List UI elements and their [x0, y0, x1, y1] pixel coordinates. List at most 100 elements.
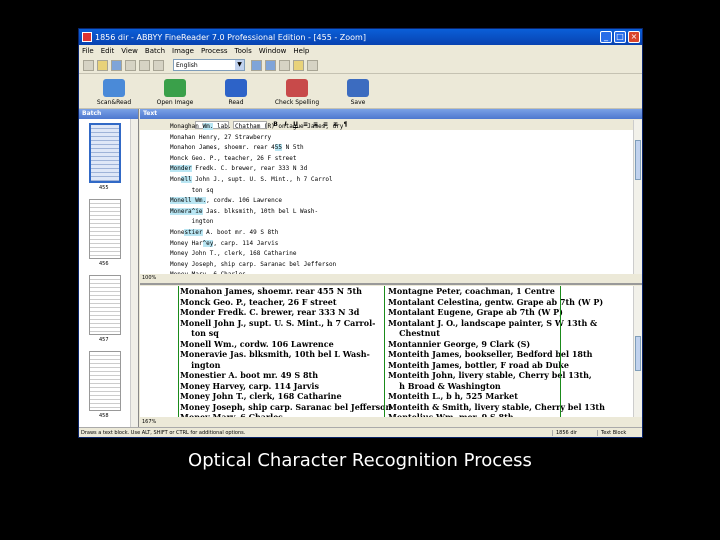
- save-button[interactable]: Save: [329, 79, 387, 108]
- text-fragment: Money Joseph, ship carp. Saranac bel Jef…: [170, 260, 337, 268]
- page-thumbnail[interactable]: [89, 123, 121, 183]
- text-line[interactable]: Monestier A. boot mr. 49 S 8th: [170, 228, 343, 240]
- menu-item-file[interactable]: File: [82, 47, 94, 55]
- block-boundary[interactable]: [178, 286, 179, 417]
- text-line[interactable]: Monell John J., supt. U. S. Mint., h 7 C…: [170, 175, 343, 187]
- text-line[interactable]: Monera^ie Jas. blksmith, 10th bel L Wash…: [170, 207, 343, 219]
- picture-block-icon[interactable]: [293, 59, 304, 71]
- maximize-button[interactable]: □: [614, 31, 626, 43]
- redo-icon[interactable]: [153, 59, 164, 71]
- text-line[interactable]: Money John T., clerk, 168 Catharine: [170, 250, 343, 261]
- open-icon[interactable]: [97, 59, 108, 71]
- text-fragment: ton sq: [170, 186, 214, 194]
- text-line[interactable]: Monahon James, shoemr. rear 455 N 5th: [170, 144, 343, 155]
- close-button[interactable]: ×: [628, 31, 640, 43]
- menu-item-image[interactable]: Image: [172, 47, 194, 55]
- zoom-icon[interactable]: [265, 59, 276, 71]
- text-line[interactable]: Monahan Henry, 27 Strawberry: [170, 134, 343, 145]
- menu-item-process[interactable]: Process: [201, 47, 228, 55]
- text-line[interactable]: Money Joseph, ship carp. Saranac bel Jef…: [170, 261, 343, 272]
- recognized-text[interactable]: Monaghan Wm. lab. Chatham (R) ontague Ja…: [170, 123, 343, 283]
- status-document: 1856 dir: [552, 429, 597, 436]
- scanned-line: Money John T., clerk, 168 Catharine: [180, 391, 342, 401]
- menu-item-help[interactable]: Help: [293, 47, 309, 55]
- save-icon: [347, 79, 369, 97]
- menu-item-window[interactable]: Window: [259, 47, 287, 55]
- save-icon[interactable]: [111, 59, 122, 71]
- page-thumbnail[interactable]: [89, 199, 121, 259]
- scroll-thumb[interactable]: [635, 140, 641, 180]
- menu-item-view[interactable]: View: [121, 47, 138, 55]
- menu-item-tools[interactable]: Tools: [235, 47, 252, 55]
- button-label: Scan&Read: [96, 99, 132, 106]
- scanned-line: Monell Wm., cordw. 106 Lawrence: [180, 338, 334, 349]
- undo-icon[interactable]: [139, 59, 150, 71]
- uncertain-word: ell: [180, 175, 192, 183]
- zoom-level[interactable]: 167%: [140, 417, 642, 427]
- button-label: Save: [350, 99, 366, 106]
- text-line[interactable]: Monell Wm., cordw. 106 Lawrence: [170, 197, 343, 208]
- scanned-line: Monteith James, bookseller, Bedford bel …: [388, 349, 593, 359]
- uncertain-word: Monell Wm.: [170, 197, 207, 205]
- menu-item-batch[interactable]: Batch: [145, 47, 165, 55]
- text-fragment: Money John T., clerk, 168 Catharine: [170, 250, 297, 258]
- text-block-icon[interactable]: [279, 59, 290, 71]
- scroll-thumb[interactable]: [635, 336, 641, 371]
- text-line[interactable]: ington: [170, 218, 343, 229]
- scanned-line: Monell John J., supt. U. S. Mint., h 7 C…: [180, 317, 376, 328]
- menu-item-edit[interactable]: Edit: [101, 47, 115, 55]
- slide-caption: Optical Character Recognition Process: [188, 450, 532, 471]
- block-boundary[interactable]: [560, 286, 561, 417]
- language-select[interactable]: English ▼: [173, 59, 245, 71]
- window-title: 1856 dir - ABBYY FineReader 7.0 Professi…: [95, 32, 366, 42]
- scanned-line: Montalant Eugene, Grape ab 7th (W P): [388, 307, 563, 317]
- title-bar[interactable]: 1856 dir - ABBYY FineReader 7.0 Professi…: [79, 29, 642, 45]
- scan-read-button[interactable]: Scan&Read: [85, 79, 143, 108]
- print-icon[interactable]: [125, 59, 136, 71]
- scanned-line: Monteith John, livery stable, Cherry bel…: [388, 370, 592, 380]
- text-scrollbar[interactable]: [633, 120, 642, 274]
- page-number: 455: [99, 185, 109, 191]
- read-icon: [225, 79, 247, 97]
- check-spelling-icon: [286, 79, 308, 97]
- layout-icon[interactable]: [251, 59, 262, 71]
- scanned-line: Monck Geo. P., teacher, 26 F street: [180, 296, 337, 307]
- scanned-line: Monestier A. boot mr. 49 S 8th: [180, 370, 319, 380]
- page-thumbnail[interactable]: [89, 351, 121, 411]
- standard-toolbar: English ▼: [79, 57, 642, 74]
- page-number: 457: [99, 337, 109, 343]
- scanned-line: Montalant Celestina, gentw. Grape ab 7th…: [388, 296, 604, 307]
- table-block-icon[interactable]: [307, 59, 318, 71]
- text-zoom-level[interactable]: 100%: [140, 274, 642, 283]
- minimize-button[interactable]: _: [600, 31, 612, 43]
- text-zoom-value: 100%: [142, 275, 157, 281]
- language-value: English: [176, 61, 198, 69]
- new-icon[interactable]: [83, 59, 94, 71]
- text-line[interactable]: ton sq: [170, 187, 343, 198]
- workspace: Batch 455 456 457 458 Text B I U ≡ ≡ ≡ ≡: [79, 109, 642, 427]
- text-line[interactable]: Monaghan Wm. lab. Chatham (R) ontague Ja…: [170, 123, 343, 134]
- main-toolbar: Scan&Read Open Image Read Check Spelling Sav…: [79, 74, 642, 109]
- batch-header: Batch: [79, 109, 138, 119]
- check-spelling-button[interactable]: Check Spelling: [268, 79, 326, 108]
- scanned-line: Monteith L., b h, 525 Market: [388, 391, 518, 401]
- text-fragment: John J., supt. U. S. Mint., h 7 Carrol: [191, 175, 333, 183]
- batch-scrollbar[interactable]: [130, 119, 138, 427]
- text-fragment: Mone: [170, 228, 185, 236]
- read-button[interactable]: Read: [207, 79, 265, 108]
- text-line[interactable]: Monder Fredk. C. brewer, rear 333 N 3d: [170, 165, 343, 176]
- app-icon: [82, 32, 92, 42]
- scanned-line: h Broad & Washington: [388, 380, 501, 391]
- status-mode: Text Block: [597, 429, 642, 436]
- text-fragment: A. boot mr. 49 S 8th: [202, 228, 279, 236]
- scan-read-icon: [103, 79, 125, 97]
- page-thumbnail[interactable]: [89, 275, 121, 335]
- zoom-scrollbar[interactable]: [633, 286, 642, 417]
- text-line[interactable]: Monck Geo. P., teacher, 26 F street: [170, 155, 343, 166]
- block-boundary[interactable]: [384, 286, 385, 417]
- open-image-button[interactable]: Open Image: [146, 79, 204, 108]
- text-fragment: N 5th: [282, 144, 304, 152]
- scanned-line: Money Joseph, ship carp. Saranac bel Jef…: [180, 401, 392, 412]
- scanned-line: Montagne Peter, coachman, 1 Centre: [388, 286, 555, 296]
- text-line[interactable]: Money Har^ey, carp. 114 Jarvis: [170, 239, 343, 251]
